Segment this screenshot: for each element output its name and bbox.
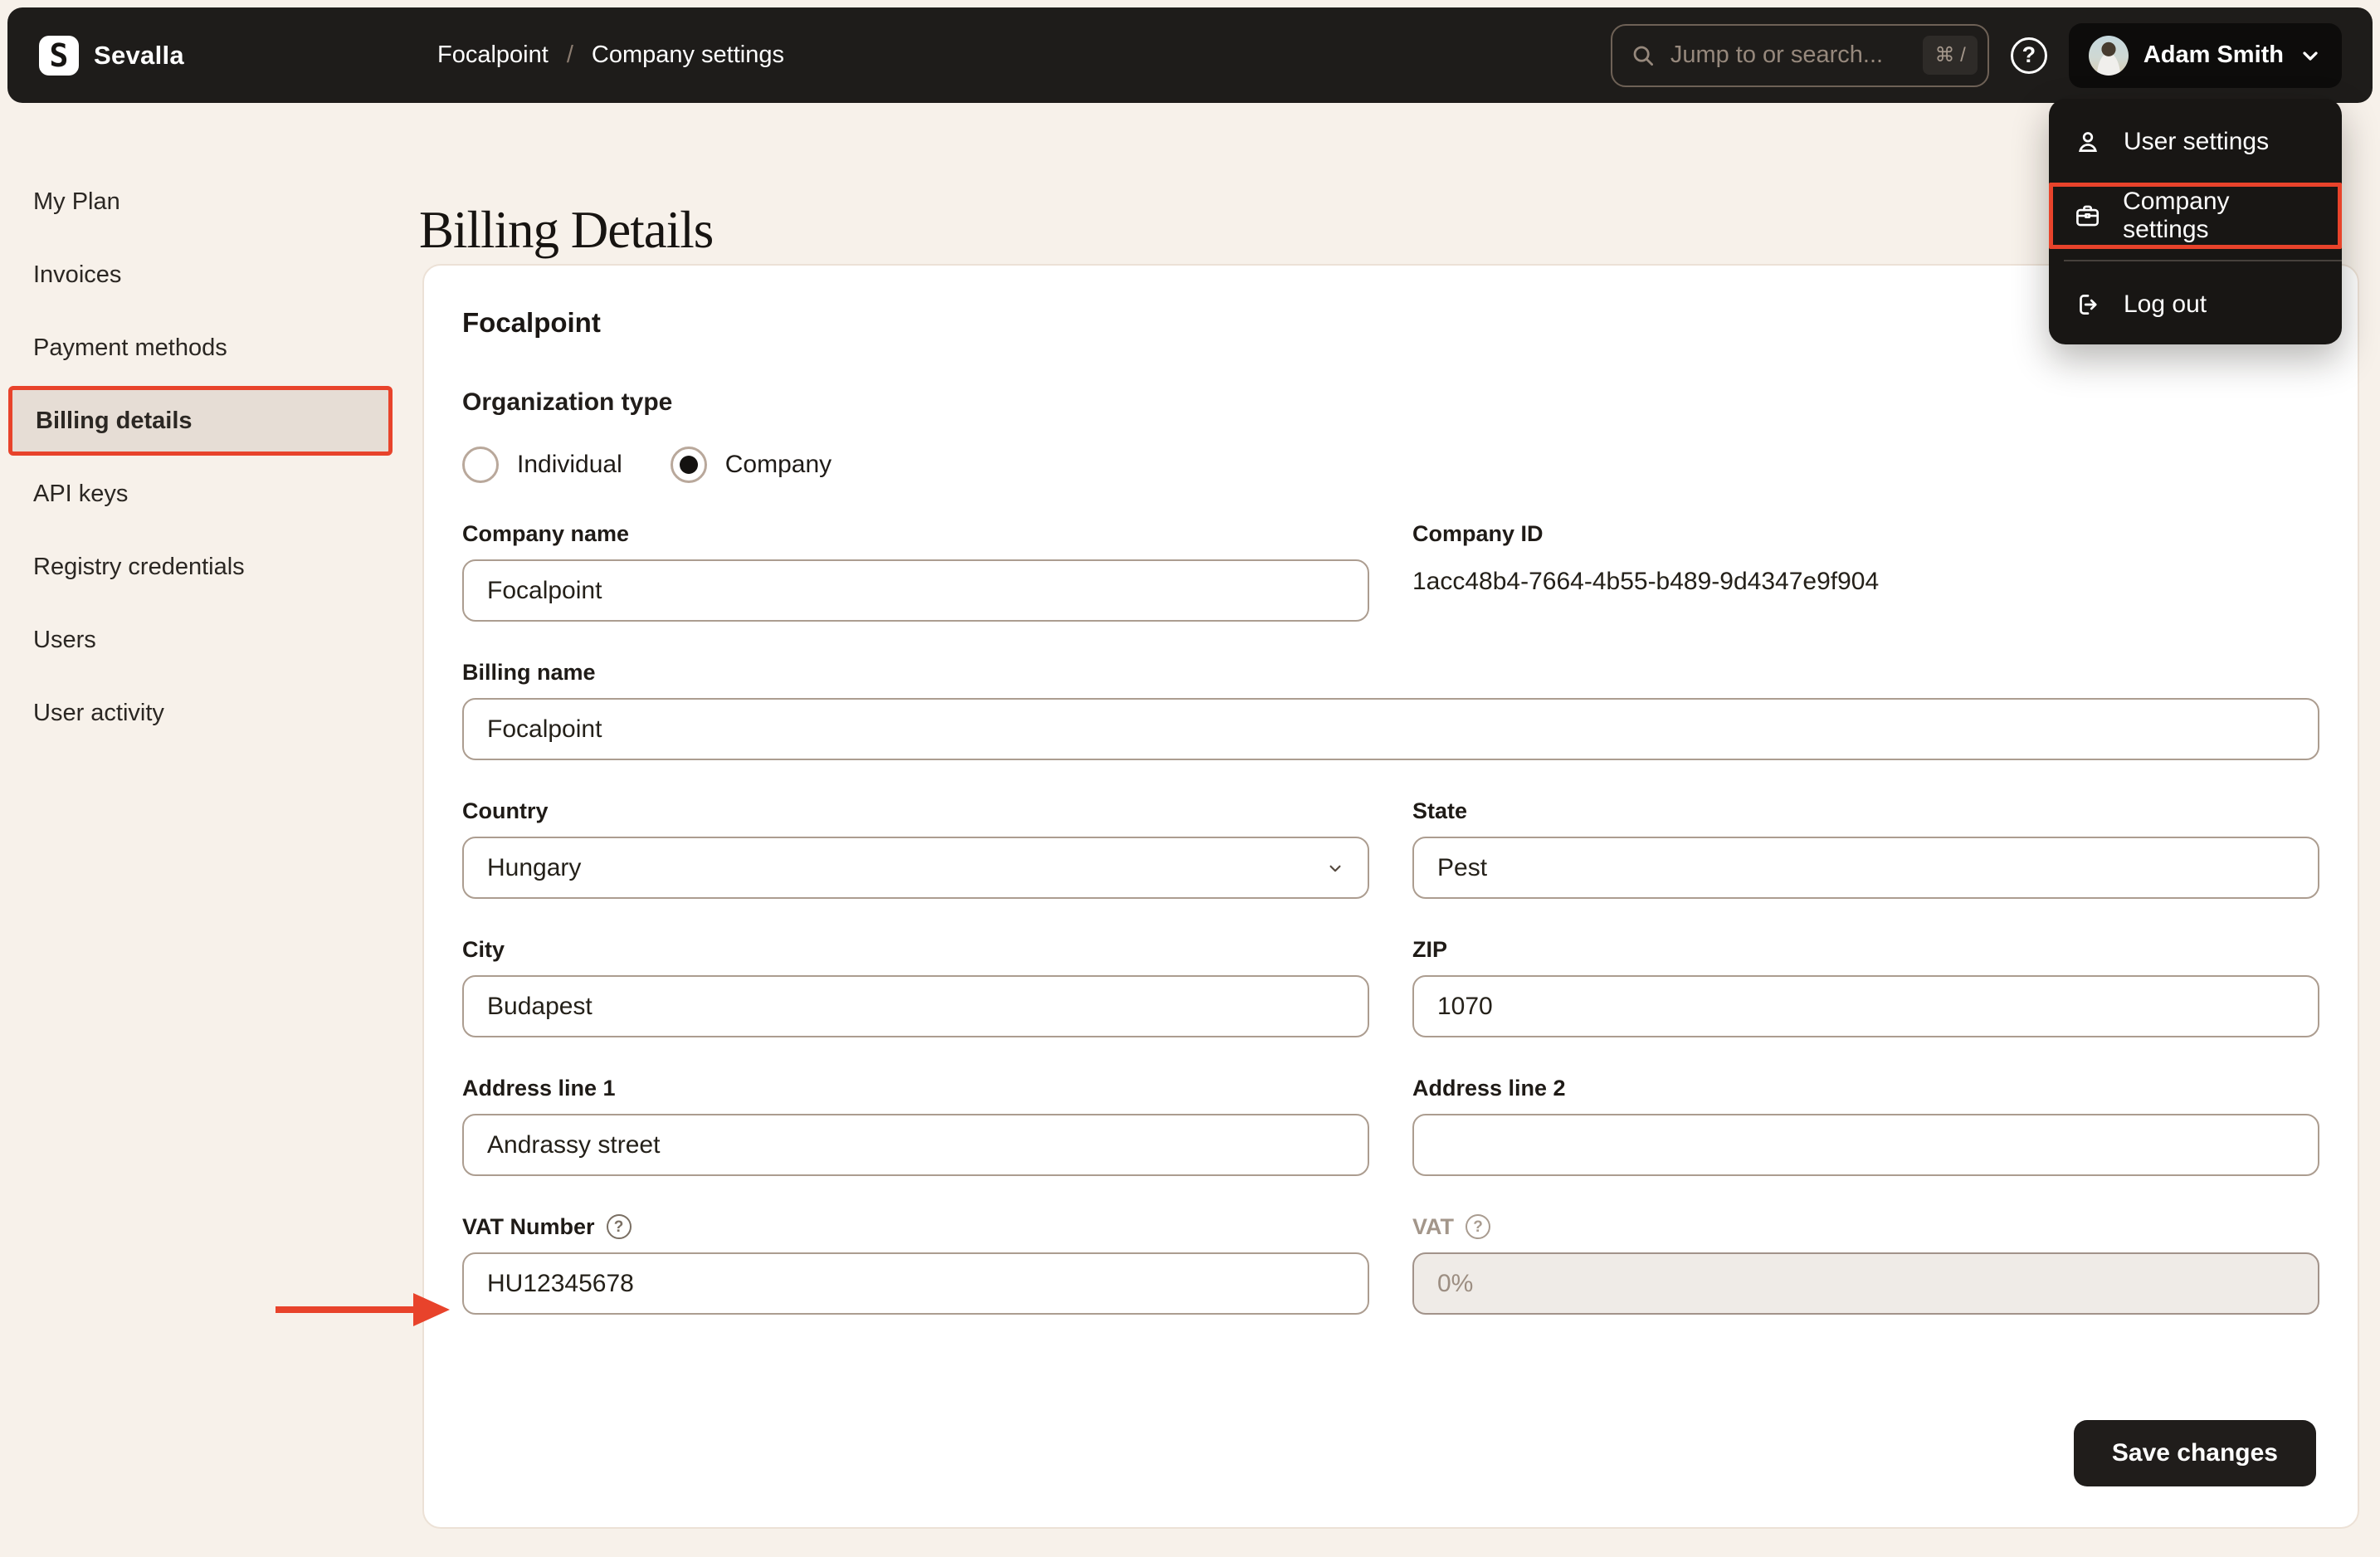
sidebar: My Plan Invoices Payment methods Billing…: [0, 165, 422, 749]
organization-type-label: Organization type: [462, 388, 673, 416]
radio-company[interactable]: Company: [670, 447, 832, 483]
sidebar-item-registry-credentials[interactable]: Registry credentials: [0, 530, 422, 603]
radio-individual-circle[interactable]: [462, 447, 499, 483]
menu-item-company-settings[interactable]: Company settings: [2049, 183, 2342, 249]
country-label: Country: [462, 798, 549, 823]
vat-label: VAT ?: [1412, 1213, 2319, 1241]
company-name-input[interactable]: [462, 559, 1369, 622]
sidebar-item-payment-methods[interactable]: Payment methods: [0, 311, 422, 384]
vat-number-label: VAT Number ?: [462, 1213, 1369, 1241]
billing-name-input[interactable]: [462, 698, 2319, 760]
user-menu-button[interactable]: Adam Smith: [2068, 22, 2342, 88]
search-input[interactable]: [1668, 41, 1910, 70]
radio-individual[interactable]: Individual: [462, 447, 622, 483]
sidebar-item-label: My Plan: [33, 188, 120, 215]
zip-field: ZIP: [1412, 935, 2319, 1037]
card-title: Focalpoint: [462, 307, 601, 338]
sidebar-item-label: API keys: [33, 480, 129, 507]
user-dropdown-menu: User settings Company settings Log out: [2049, 99, 2342, 344]
vat-number-help-icon[interactable]: ?: [606, 1214, 632, 1239]
state-label: State: [1412, 798, 1468, 823]
sidebar-item-billing-details[interactable]: Billing details: [8, 386, 393, 456]
radio-company-label: Company: [724, 451, 832, 478]
vat-field: VAT ?: [1412, 1213, 2319, 1315]
user-name: Adam Smith: [2143, 41, 2284, 68]
radio-individual-label: Individual: [517, 451, 622, 478]
breadcrumb-section[interactable]: Company settings: [592, 41, 784, 69]
billing-name-label: Billing name: [462, 659, 596, 685]
zip-label: ZIP: [1412, 936, 1448, 962]
vat-number-input[interactable]: [462, 1252, 1369, 1315]
radio-company-circle[interactable]: [670, 447, 707, 483]
company-id-value: 1acc48b4-7664-4b55-b489-9d4347e9f904: [1412, 568, 1880, 595]
menu-item-log-out[interactable]: Log out: [2049, 271, 2342, 338]
company-id-field: Company ID 1acc48b4-7664-4b55-b489-9d434…: [1412, 520, 2319, 622]
sidebar-item-my-plan[interactable]: My Plan: [0, 165, 422, 238]
brand[interactable]: S Sevalla: [39, 35, 184, 76]
menu-item-label: Company settings: [2123, 188, 2230, 243]
address-line-1-input[interactable]: [462, 1114, 1369, 1176]
address-line-1-label: Address line 1: [462, 1075, 616, 1101]
sidebar-item-label: Billing details: [36, 407, 193, 434]
state-field: State: [1412, 797, 2319, 899]
city-input[interactable]: [462, 975, 1369, 1037]
save-changes-button[interactable]: Save changes: [2073, 1420, 2316, 1486]
country-select[interactable]: Hungary: [462, 837, 1369, 899]
topbar-right: ⌘ / ? Adam Smith: [1610, 22, 2342, 88]
sidebar-item-label: Invoices: [33, 261, 122, 288]
topbar: S Sevalla Focalpoint / Company settings …: [7, 7, 2373, 103]
menu-item-label: User settings: [2124, 128, 2270, 155]
sidebar-item-label: Payment methods: [33, 334, 227, 361]
address-line-2-label: Address line 2: [1412, 1075, 1566, 1101]
sidebar-item-invoices[interactable]: Invoices: [0, 238, 422, 311]
vat-help-icon[interactable]: ?: [1466, 1214, 1490, 1239]
country-field: Country Hungary: [462, 797, 1369, 899]
page-title: Billing Details: [419, 201, 714, 260]
address-line-1-field: Address line 1: [462, 1074, 1369, 1176]
zip-input[interactable]: [1412, 975, 2319, 1037]
sidebar-item-users[interactable]: Users: [0, 603, 422, 676]
vat-number-field: VAT Number ?: [462, 1213, 1369, 1315]
menu-item-label: Log out: [2124, 290, 2207, 318]
vat-number-arrow: [276, 1293, 450, 1326]
company-name-field: Company name: [462, 520, 1369, 622]
organization-type-group: Individual Company: [462, 447, 2319, 483]
menu-item-user-settings[interactable]: User settings: [2049, 109, 2342, 175]
breadcrumb-project[interactable]: Focalpoint: [437, 41, 549, 69]
avatar: [2088, 35, 2129, 76]
country-selected-value: Hungary: [487, 853, 582, 881]
billing-name-field: Billing name: [462, 658, 2319, 760]
chevron-down-icon: [2303, 51, 2318, 61]
user-icon: [2079, 132, 2097, 152]
vat-label-text: VAT: [1412, 1213, 1454, 1239]
select-chevron-icon: [1329, 865, 1341, 871]
sevalla-logo-icon: S: [39, 35, 79, 76]
search-shortcut-badge: ⌘ /: [1923, 36, 1978, 75]
brand-name: Sevalla: [94, 40, 184, 70]
search-icon: [1633, 46, 1653, 66]
city-field: City: [462, 935, 1369, 1037]
vat-input: [1412, 1252, 2319, 1315]
search-box[interactable]: ⌘ /: [1610, 23, 1989, 87]
breadcrumb: Focalpoint / Company settings: [437, 41, 784, 69]
address-line-2-field: Address line 2: [1412, 1074, 2319, 1176]
help-icon[interactable]: ?: [2010, 37, 2047, 74]
sidebar-item-label: User activity: [33, 699, 164, 726]
sidebar-item-label: Registry credentials: [33, 553, 245, 580]
state-input[interactable]: [1412, 837, 2319, 899]
address-line-2-input[interactable]: [1412, 1114, 2319, 1176]
briefcase-icon: [2076, 205, 2100, 227]
vat-number-label-text: VAT Number: [462, 1213, 595, 1239]
sidebar-item-api-keys[interactable]: API keys: [0, 457, 422, 530]
city-label: City: [462, 936, 505, 962]
company-name-label: Company name: [462, 520, 630, 546]
billing-details-card: Focalpoint Organization type Individual …: [422, 264, 2359, 1529]
sidebar-item-user-activity[interactable]: User activity: [0, 676, 422, 749]
company-id-label: Company ID: [1412, 520, 1544, 546]
logout-icon: [2080, 295, 2097, 315]
breadcrumb-separator: /: [566, 41, 573, 68]
menu-divider: [2064, 260, 2342, 261]
sidebar-item-label: Users: [33, 626, 96, 653]
